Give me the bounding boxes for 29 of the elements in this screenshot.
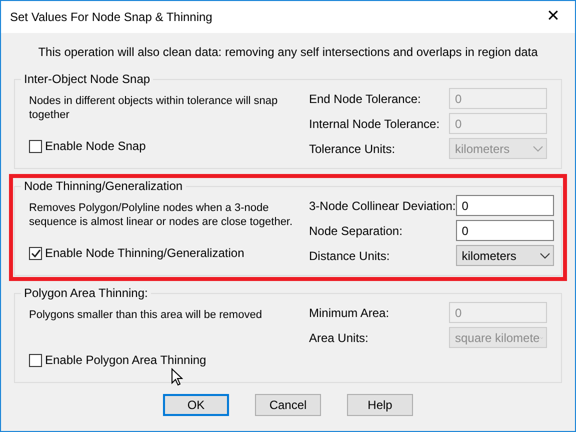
group-title: Inter-Object Node Snap [21, 71, 154, 87]
description-text: Nodes in different objects within tolerance will snap together [29, 94, 279, 123]
mouse-pointer-icon [171, 368, 183, 386]
enable-checkbox[interactable]: Enable Node Thinning/Generalization [29, 244, 244, 262]
field-label: Minimum Area: [309, 304, 390, 322]
field-label: Tolerance Units: [309, 140, 396, 158]
chevron-down-icon [540, 252, 550, 258]
group-title: Polygon Area Thinning: [21, 285, 151, 301]
field-label: End Node Tolerance: [309, 90, 421, 108]
dialog-button[interactable]: OK [163, 394, 229, 416]
enable-checkbox[interactable]: Enable Node Snap [29, 137, 146, 155]
field-label: 3-Node Collinear Deviation: [309, 198, 456, 214]
field-label: Distance Units: [309, 248, 390, 264]
dialog-button[interactable]: Cancel [255, 394, 321, 416]
close-button[interactable]: ✕ [535, 3, 571, 31]
group-title: Node Thinning/Generalization [21, 178, 186, 194]
description-text: Polygons smaller than this area will be removed [29, 308, 263, 323]
description-text: Removes Polygon/Polyline nodes when a 3-node sequence is almost linear or nodes are close together. [29, 201, 294, 230]
chevron-down-icon [533, 146, 543, 152]
text-field[interactable]: 0 [456, 195, 554, 216]
enable-checkbox[interactable]: Enable Polygon Area Thinning [29, 351, 206, 369]
window-title: Set Values For Node Snap & Thinning [10, 9, 212, 26]
info-text: This operation will also clean data: removing any self intersections and overlaps in region data [37, 44, 539, 61]
field-label: Area Units: [309, 330, 368, 346]
text-field[interactable]: 0 [456, 220, 554, 241]
units-dropdown[interactable]: kilometers [456, 245, 554, 266]
field-label: Node Separation: [309, 222, 402, 240]
field-label: Internal Node Tolerance: [309, 116, 440, 132]
dialog-button[interactable]: Help [347, 394, 413, 416]
